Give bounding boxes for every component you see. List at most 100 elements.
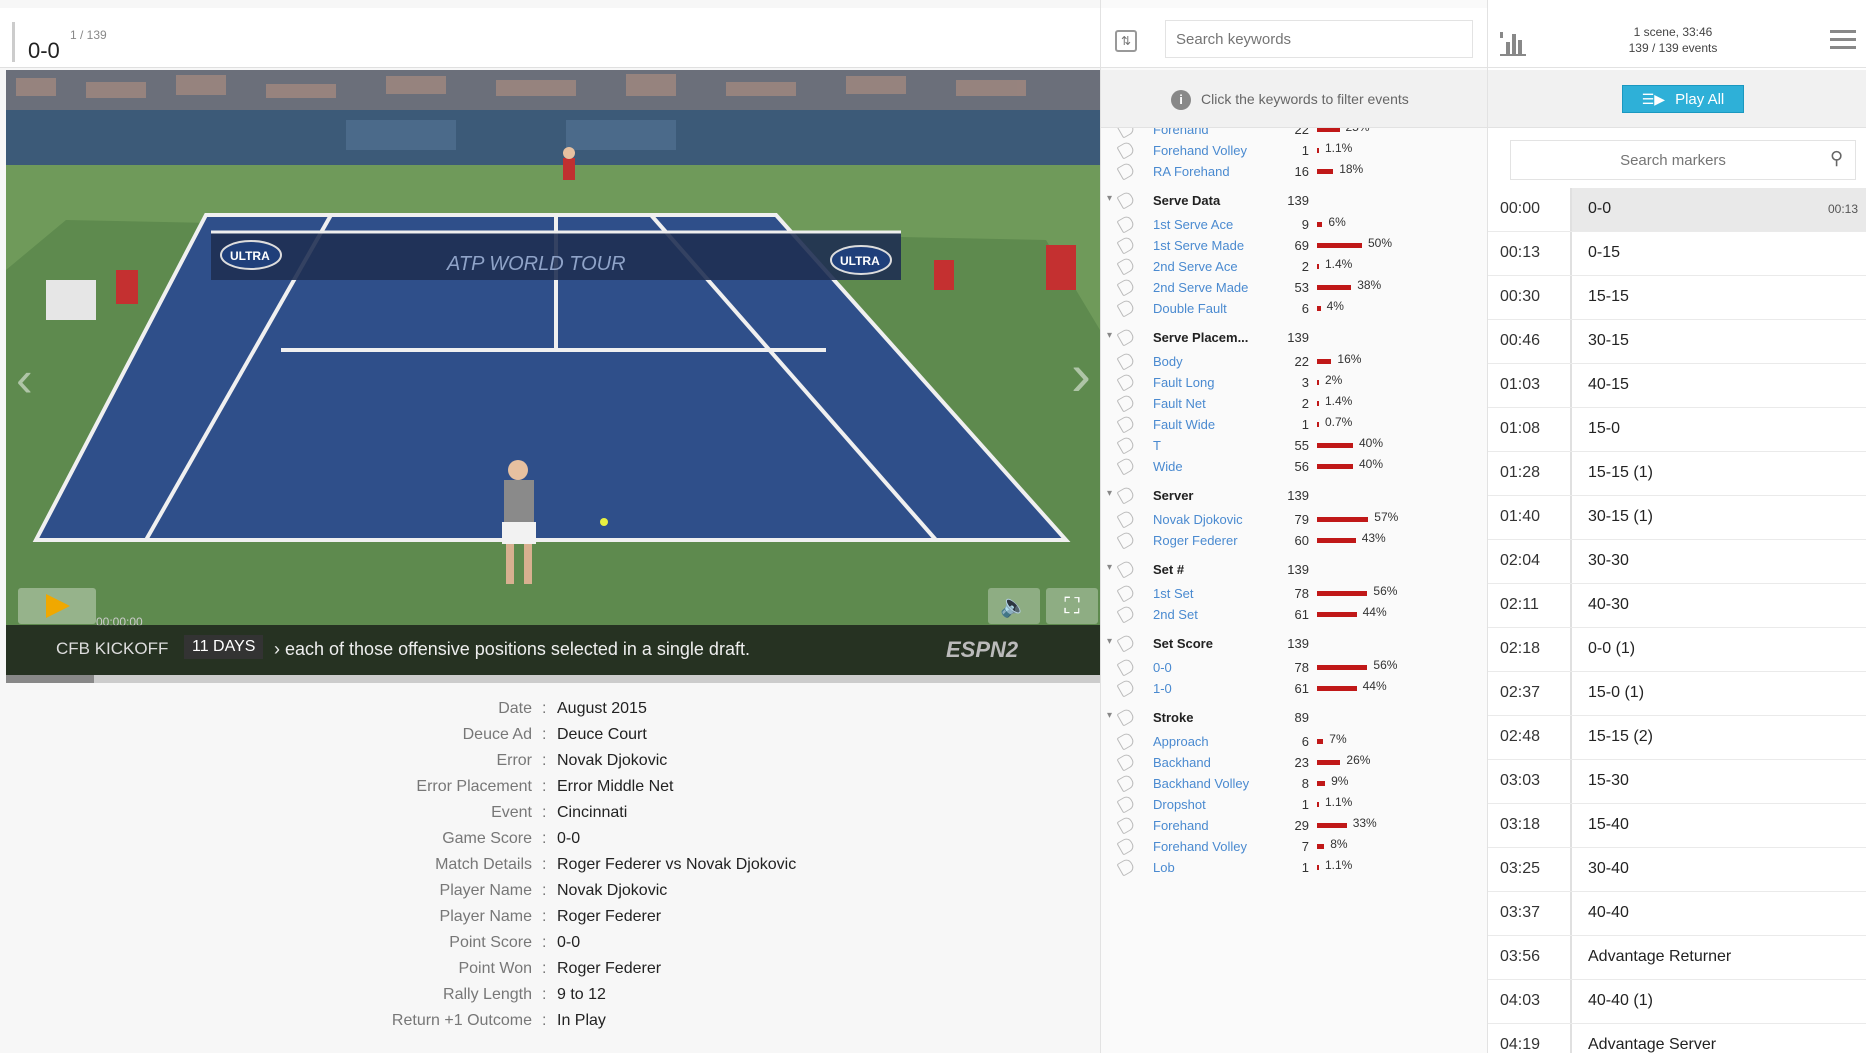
keyword-group[interactable]: ▾ Serve Data 139: [1101, 190, 1487, 213]
collapse-caret-icon[interactable]: ▾: [1107, 488, 1112, 499]
keyword-item[interactable]: Fault Wide 1 0.7%: [1101, 414, 1487, 437]
marker-row[interactable]: 03:56 Advantage Returner: [1488, 936, 1866, 980]
keyword-item[interactable]: Dropshot 1 1.1%: [1101, 794, 1487, 817]
keyword-item[interactable]: 1st Serve Made 69 50%: [1101, 235, 1487, 258]
keyword-percent: 1.4%: [1325, 257, 1353, 271]
previous-arrow-icon[interactable]: ‹: [16, 350, 33, 408]
keyword-count: 139: [1287, 330, 1309, 345]
marker-row[interactable]: 01:08 15-0: [1488, 408, 1866, 452]
keyword-item[interactable]: 2nd Set 61 44%: [1101, 604, 1487, 627]
keyword-name: RA Forehand: [1153, 164, 1230, 179]
keyword-item[interactable]: Forehand Volley 1 1.1%: [1101, 140, 1487, 163]
marker-row[interactable]: 00:00 0-0 00:13: [1488, 188, 1866, 232]
keyword-item[interactable]: T 55 40%: [1101, 435, 1487, 458]
marker-panel: 1 scene, 33:46 139 / 139 events ☰▶ Play A…: [1488, 0, 1866, 1053]
marker-row[interactable]: 00:30 15-15: [1488, 276, 1866, 320]
marker-row[interactable]: 02:37 15-0 (1): [1488, 672, 1866, 716]
keyword-item[interactable]: 1st Set 78 56%: [1101, 583, 1487, 606]
marker-row[interactable]: 01:28 15-15 (1): [1488, 452, 1866, 496]
keyword-group[interactable]: ▾ Set Score 139: [1101, 633, 1487, 656]
keyword-item[interactable]: Roger Federer 60 43%: [1101, 530, 1487, 553]
marker-row[interactable]: 02:04 30-30: [1488, 540, 1866, 584]
menu-icon[interactable]: [1830, 30, 1856, 50]
marker-row[interactable]: 04:03 40-40 (1): [1488, 980, 1866, 1024]
marker-label: Advantage Server: [1570, 1024, 1866, 1053]
keyword-group[interactable]: ▾ Stroke 89: [1101, 707, 1487, 730]
keyword-item[interactable]: Forehand 29 33%: [1101, 815, 1487, 838]
keyword-group[interactable]: ▾ Serve Placem... 139: [1101, 327, 1487, 350]
keyword-item[interactable]: Backhand Volley 8 9%: [1101, 773, 1487, 796]
search-icon[interactable]: ⚲: [1830, 148, 1843, 169]
marker-row[interactable]: 02:48 15-15 (2): [1488, 716, 1866, 760]
marker-row[interactable]: 02:11 40-30: [1488, 584, 1866, 628]
fullscreen-icon[interactable]: ⛶: [1046, 588, 1098, 624]
marker-row[interactable]: 00:46 30-15: [1488, 320, 1866, 364]
keyword-name: Approach: [1153, 734, 1209, 749]
marker-label: 15-15 (2): [1570, 716, 1866, 759]
chart-view-icon[interactable]: [1498, 28, 1528, 56]
keyword-name: Serve Placem...: [1153, 330, 1249, 345]
collapse-caret-icon[interactable]: ▾: [1107, 636, 1112, 647]
marker-time: 03:18: [1500, 816, 1541, 833]
marker-row[interactable]: 03:18 15-40: [1488, 804, 1866, 848]
marker-row[interactable]: 02:18 0-0 (1): [1488, 628, 1866, 672]
marker-search-input[interactable]: [1510, 140, 1856, 180]
current-score: 0-0: [28, 38, 60, 63]
marker-row[interactable]: 03:03 15-30: [1488, 760, 1866, 804]
volume-icon[interactable]: 🔈: [988, 588, 1040, 624]
marker-row[interactable]: 03:25 30-40: [1488, 848, 1866, 892]
keyword-item[interactable]: Wide 56 40%: [1101, 456, 1487, 479]
marker-row[interactable]: 03:37 40-40: [1488, 892, 1866, 936]
filter-toggle-icon[interactable]: ⇅: [1115, 30, 1137, 52]
keyword-percent: 57%: [1374, 510, 1399, 524]
keyword-group[interactable]: ▾ Server 139: [1101, 485, 1487, 508]
keyword-item[interactable]: Novak Djokovic 79 57%: [1101, 509, 1487, 532]
detail-label: Game Score: [442, 830, 532, 847]
next-arrow-icon[interactable]: ›: [1071, 340, 1091, 409]
detail-row: Player Name: Roger Federer: [0, 908, 1100, 934]
keyword-count: 7: [1301, 839, 1309, 854]
keyword-count: 61: [1294, 607, 1309, 622]
keyword-count: 89: [1294, 710, 1309, 725]
tag-icon: [1116, 393, 1136, 413]
keyword-item[interactable]: 1-0 61 44%: [1101, 678, 1487, 701]
marker-row[interactable]: 01:03 40-15: [1488, 364, 1866, 408]
keyword-item[interactable]: Backhand 23 26%: [1101, 752, 1487, 775]
keyword-item[interactable]: 2nd Serve Made 53 38%: [1101, 277, 1487, 300]
keyword-item[interactable]: Fault Long 3 2%: [1101, 372, 1487, 395]
keyword-item[interactable]: Body 22 16%: [1101, 351, 1487, 374]
keyword-item[interactable]: Lob 1 1.1%: [1101, 857, 1487, 880]
keyword-percent: 4%: [1326, 299, 1344, 313]
collapse-caret-icon[interactable]: ▾: [1107, 710, 1112, 721]
keyword-name: Forehand: [1153, 818, 1209, 833]
keyword-count: 79: [1294, 512, 1309, 527]
keyword-item[interactable]: Double Fault 6 4%: [1101, 298, 1487, 321]
keyword-item[interactable]: RA Forehand 16 18%: [1101, 161, 1487, 184]
collapse-caret-icon[interactable]: ▾: [1107, 193, 1112, 204]
marker-row[interactable]: 04:19 Advantage Server: [1488, 1024, 1866, 1053]
video-progress-bar[interactable]: [6, 675, 1100, 683]
keyword-count: 2: [1301, 259, 1309, 274]
keyword-bar: [1317, 612, 1357, 617]
play-all-button[interactable]: ☰▶ Play All: [1622, 85, 1744, 113]
keyword-item[interactable]: 0-0 78 56%: [1101, 657, 1487, 680]
keyword-item[interactable]: Forehand Volley 7 8%: [1101, 836, 1487, 859]
keyword-item[interactable]: 2nd Serve Ace 2 1.4%: [1101, 256, 1487, 279]
keyword-name: 1st Serve Made: [1153, 238, 1245, 253]
keyword-name: Set Score: [1153, 636, 1213, 651]
marker-row[interactable]: 01:40 30-15 (1): [1488, 496, 1866, 540]
keyword-item[interactable]: Forehand 22 25%: [1101, 128, 1487, 142]
play-button[interactable]: [18, 588, 96, 624]
marker-time: 04:19: [1500, 1036, 1541, 1053]
marker-row[interactable]: 00:13 0-15: [1488, 232, 1866, 276]
detail-value: 9 to 12: [557, 986, 606, 1003]
collapse-caret-icon[interactable]: ▾: [1107, 330, 1112, 341]
keyword-search-input[interactable]: [1165, 20, 1473, 58]
keyword-item[interactable]: Fault Net 2 1.4%: [1101, 393, 1487, 416]
video-player[interactable]: ATP WORLD TOUR ULTRA ULTRA ‹ › 🔈 ⛶ 00:00…: [6, 70, 1100, 683]
keyword-group[interactable]: ▾ Set # 139: [1101, 559, 1487, 582]
keyword-item[interactable]: 1st Serve Ace 9 6%: [1101, 214, 1487, 237]
keyword-item[interactable]: Approach 6 7%: [1101, 731, 1487, 754]
collapse-caret-icon[interactable]: ▾: [1107, 562, 1112, 573]
keyword-percent: 44%: [1362, 605, 1387, 619]
